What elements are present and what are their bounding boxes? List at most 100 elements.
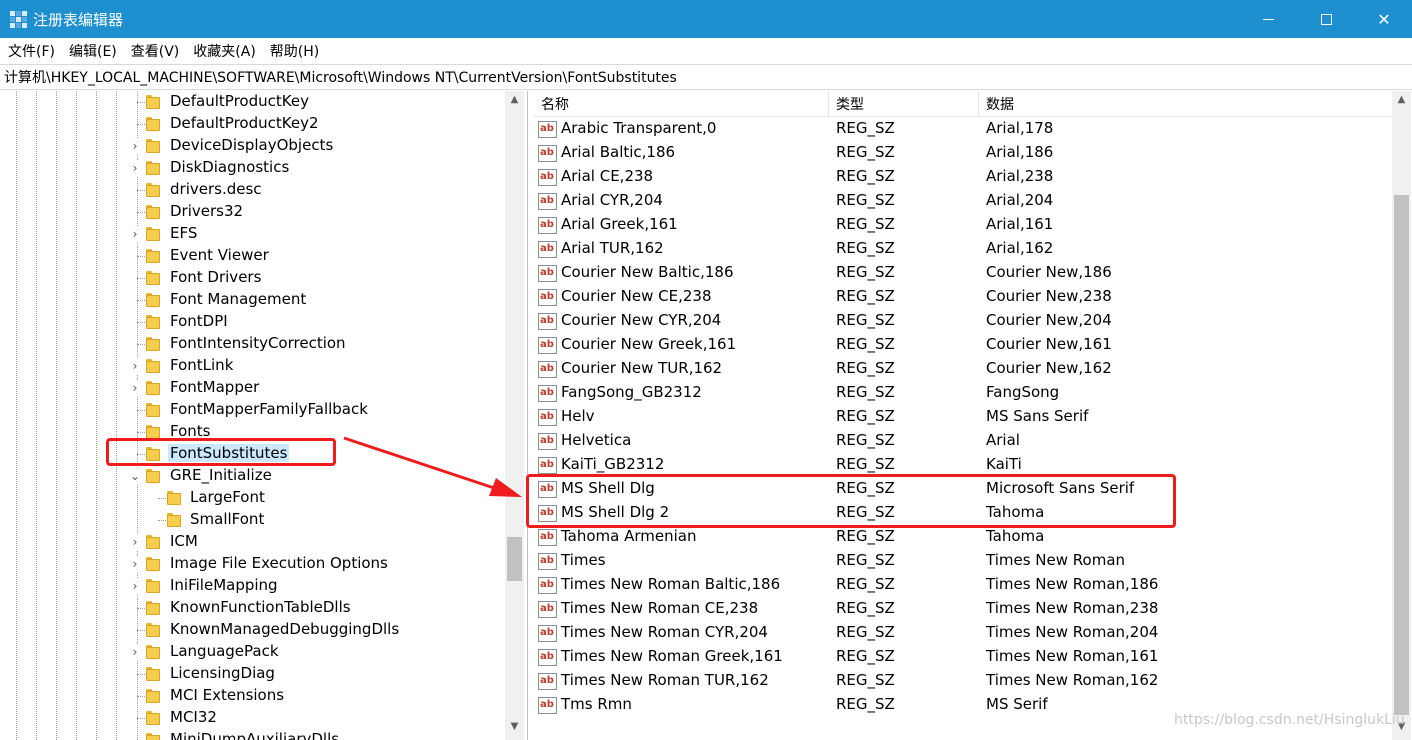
value-row[interactable]: ab Times New Roman Baltic,186 REG_SZ Times …	[533, 573, 1392, 597]
tree-connector	[137, 608, 145, 609]
scroll-up-icon[interactable]: ▲	[505, 91, 524, 109]
values-scroll-thumb[interactable]	[1394, 195, 1409, 715]
value-row[interactable]: ab Helv REG_SZ MS Sans Serif	[533, 405, 1392, 429]
chevron-right-icon[interactable]: ›	[129, 578, 141, 594]
chevron-right-icon[interactable]: ›	[129, 534, 141, 550]
column-header-type[interactable]: 类型	[836, 94, 864, 114]
chevron-right-icon[interactable]: ›	[129, 138, 141, 154]
tree-item[interactable]: Font Management	[0, 289, 504, 311]
tree-item[interactable]: SmallFont	[0, 509, 504, 531]
folder-icon	[146, 315, 160, 329]
menu-item[interactable]: 文件(F)	[8, 41, 55, 61]
value-row[interactable]: ab Tahoma Armenian REG_SZ Tahoma	[533, 525, 1392, 549]
tree-item[interactable]: KnownManagedDebuggingDlls	[0, 619, 504, 641]
minimize-icon	[1262, 18, 1274, 20]
column-header-data[interactable]: 数据	[986, 94, 1014, 114]
tree-item[interactable]: DefaultProductKey2	[0, 113, 504, 135]
value-row[interactable]: ab Courier New Greek,161 REG_SZ Courier New…	[533, 333, 1392, 357]
tree-scroll-thumb[interactable]	[507, 537, 522, 581]
tree-item[interactable]: LicensingDiag	[0, 663, 504, 685]
chevron-right-icon[interactable]: ›	[129, 380, 141, 396]
value-row[interactable]: ab Courier New CE,238 REG_SZ Courier New,23…	[533, 285, 1392, 309]
column-separator[interactable]	[978, 91, 979, 117]
column-header-name[interactable]: 名称	[541, 94, 569, 114]
value-row[interactable]: ab Times New Roman Greek,161 REG_SZ Times N…	[533, 645, 1392, 669]
value-row[interactable]: ab Helvetica REG_SZ Arial	[533, 429, 1392, 453]
close-button[interactable]: ✕	[1354, 0, 1412, 38]
string-value-icon: ab	[538, 169, 557, 186]
tree-item-label: DefaultProductKey	[170, 92, 309, 110]
value-row[interactable]: ab Times New Roman CE,238 REG_SZ Times New …	[533, 597, 1392, 621]
tree-item-label: FontMapperFamilyFallback	[170, 400, 368, 418]
string-value-icon: ab	[538, 217, 557, 234]
tree-item[interactable]: › IniFileMapping	[0, 575, 504, 597]
value-row[interactable]: ab Times New Roman CYR,204 REG_SZ Times New…	[533, 621, 1392, 645]
tree-item[interactable]: FontDPI	[0, 311, 504, 333]
tree-item[interactable]: LargeFont	[0, 487, 504, 509]
address-bar[interactable]: 计算机\HKEY_LOCAL_MACHINE\SOFTWARE\Microsof…	[0, 64, 1412, 90]
value-row[interactable]: ab Courier New Baltic,186 REG_SZ Courier Ne…	[533, 261, 1392, 285]
minimize-button[interactable]	[1238, 0, 1298, 38]
tree-item[interactable]: › FontMapper	[0, 377, 504, 399]
tree-item[interactable]: Drivers32	[0, 201, 504, 223]
folder-icon	[146, 381, 160, 395]
value-row[interactable]: ab Arabic Transparent,0 REG_SZ Arial,178	[533, 117, 1392, 141]
chevron-right-icon[interactable]: ›	[129, 644, 141, 660]
tree-connector	[137, 630, 145, 631]
tree-connector	[137, 102, 145, 103]
tree-item[interactable]: MiniDumpAuxiliaryDlls	[0, 729, 504, 740]
tree-item[interactable]: FontIntensityCorrection	[0, 333, 504, 355]
chevron-right-icon[interactable]: ›	[129, 556, 141, 572]
tree-item[interactable]: drivers.desc	[0, 179, 504, 201]
value-row[interactable]: ab FangSong_GB2312 REG_SZ FangSong	[533, 381, 1392, 405]
maximize-button[interactable]	[1296, 0, 1356, 38]
value-row[interactable]: ab Arial Baltic,186 REG_SZ Arial,186	[533, 141, 1392, 165]
value-type: REG_SZ	[836, 239, 895, 257]
tree-item[interactable]: Font Drivers	[0, 267, 504, 289]
tree-item[interactable]: › Image File Execution Options	[0, 553, 504, 575]
tree-item[interactable]: › ICM	[0, 531, 504, 553]
tree-item[interactable]: › EFS	[0, 223, 504, 245]
menu-item[interactable]: 编辑(E)	[69, 41, 117, 61]
menu-item[interactable]: 帮助(H)	[270, 41, 319, 61]
tree-item[interactable]: ⌄ GRE_Initialize	[0, 465, 504, 487]
value-row[interactable]: ab Courier New CYR,204 REG_SZ Courier New,2…	[533, 309, 1392, 333]
tree-item[interactable]: MCI32	[0, 707, 504, 729]
tree-item[interactable]: › DeviceDisplayObjects	[0, 135, 504, 157]
tree-item[interactable]: Event Viewer	[0, 245, 504, 267]
chevron-right-icon[interactable]: ›	[129, 358, 141, 374]
list-header: 名称 类型 数据	[533, 91, 1392, 117]
tree-scrollbar[interactable]: ▲ ▼	[505, 91, 524, 740]
string-value-icon: ab	[538, 553, 557, 570]
string-value-icon: ab	[538, 649, 557, 666]
scroll-down-icon[interactable]: ▼	[505, 718, 524, 736]
value-row[interactable]: ab Arial Greek,161 REG_SZ Arial,161	[533, 213, 1392, 237]
menu-item[interactable]: 查看(V)	[131, 41, 180, 61]
value-row[interactable]: ab Courier New TUR,162 REG_SZ Courier New,1…	[533, 357, 1392, 381]
menu-item[interactable]: 收藏夹(A)	[193, 41, 256, 61]
tree-item[interactable]: MCI Extensions	[0, 685, 504, 707]
value-row[interactable]: ab Arial CYR,204 REG_SZ Arial,204	[533, 189, 1392, 213]
value-row[interactable]: ab Arial CE,238 REG_SZ Arial,238	[533, 165, 1392, 189]
title-bar: 注册表编辑器 ✕	[0, 0, 1412, 38]
tree-item[interactable]: FontMapperFamilyFallback	[0, 399, 504, 421]
scroll-up-icon[interactable]: ▲	[1392, 91, 1411, 109]
value-row[interactable]: ab Arial TUR,162 REG_SZ Arial,162	[533, 237, 1392, 261]
tree-item-label: GRE_Initialize	[170, 466, 272, 484]
chevron-right-icon[interactable]: ›	[129, 160, 141, 176]
value-row[interactable]: ab Times New Roman TUR,162 REG_SZ Times New…	[533, 669, 1392, 693]
value-row[interactable]: ab Times REG_SZ Times New Roman	[533, 549, 1392, 573]
tree-item[interactable]: KnownFunctionTableDlls	[0, 597, 504, 619]
tree-item[interactable]: › FontLink	[0, 355, 504, 377]
value-type: REG_SZ	[836, 335, 895, 353]
chevron-right-icon[interactable]: ›	[129, 226, 141, 242]
value-name: Courier New TUR,162	[561, 359, 723, 377]
string-value-icon: ab	[538, 673, 557, 690]
values-scrollbar[interactable]: ▲ ▼	[1392, 91, 1411, 740]
string-value-icon: ab	[538, 313, 557, 330]
tree-item[interactable]: › DiskDiagnostics	[0, 157, 504, 179]
column-separator[interactable]	[828, 91, 829, 117]
chevron-down-icon[interactable]: ⌄	[129, 468, 141, 484]
tree-item[interactable]: DefaultProductKey	[0, 91, 504, 113]
tree-item[interactable]: › LanguagePack	[0, 641, 504, 663]
